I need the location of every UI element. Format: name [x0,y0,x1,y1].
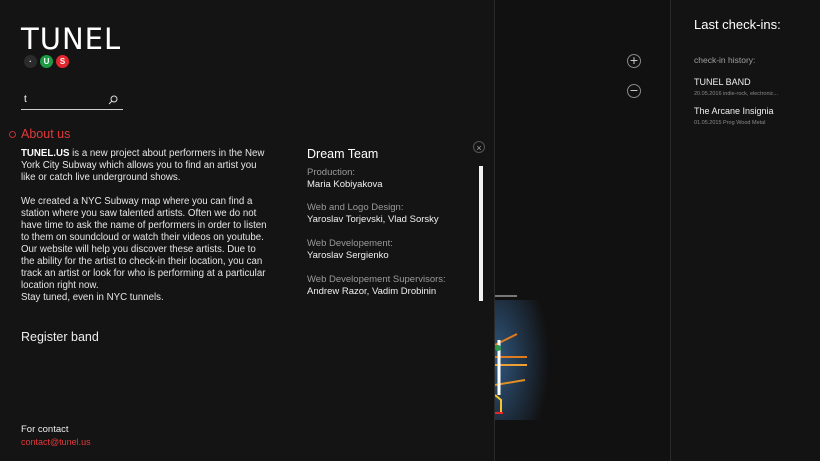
checkin-meta: 20.05.2016 indie-rock, electronic... [694,91,779,97]
team-member-names: Andrew Razor, Vadim Drobinin [307,286,437,297]
team-member-names: Yaroslav Torjevski, Vlad Sorsky [307,214,439,225]
contact-email-link[interactable]: contact@tunel.us [21,437,91,447]
subway-map[interactable] [494,0,670,461]
search-box [21,92,123,110]
team-role: Production: [307,167,356,178]
line-dot-icon: · [24,55,37,68]
team-scrollbar[interactable] [479,166,483,301]
checkin-meta: 01.05.2015 Prog Wood Metal [694,120,766,126]
brand-name: TUNEL.US [21,148,70,159]
checkin-history-label: check-in history: [694,55,756,65]
team-member-names: Maria Kobiyakova [307,179,383,190]
dream-team-title: Dream Team [307,147,379,161]
team-role: Web and Logo Design: [307,202,404,213]
subway-map-graphic [495,295,555,420]
line-u-icon: U [40,55,53,68]
team-role: Web Developement Supervisors: [307,274,446,285]
last-checkins-title: Last check-ins: [694,17,781,32]
subway-lines-logo: · U S [24,55,69,68]
about-us-text: TUNEL.US is a new project about performe… [21,148,271,316]
zoom-in-button[interactable]: + [627,54,641,68]
team-member-names: Yaroslav Sergienko [307,250,389,261]
left-panel: TUNEL · U S About us TUNEL.US is a new p… [0,0,305,461]
contact-label: For contact [21,424,69,435]
checkin-band-name[interactable]: TUNEL BAND [694,77,751,87]
search-icon[interactable] [108,95,118,105]
about-us-heading[interactable]: About us [21,127,70,141]
checkin-band-name[interactable]: The Arcane Insignia [694,106,774,116]
close-icon[interactable]: × [473,141,485,153]
about-para-3: Stay tuned, even in NYC tunnels. [21,292,164,303]
tunel-logo[interactable]: TUNEL [21,22,121,56]
checkins-panel: Last check-ins: check-in history: TUNEL … [670,0,820,461]
team-role: Web Developement: [307,238,393,249]
line-s-icon: S [56,55,69,68]
about-marker-icon [9,131,16,138]
about-para-1: TUNEL.US is a new project about performe… [21,148,271,184]
about-para-2: We created a NYC Subway map where you ca… [21,196,267,291]
dream-team-panel: Dream Team × Production: Maria Kobiyakov… [305,140,495,310]
register-band-link[interactable]: Register band [21,330,99,344]
search-input[interactable] [24,94,104,105]
zoom-out-button[interactable]: − [627,84,641,98]
